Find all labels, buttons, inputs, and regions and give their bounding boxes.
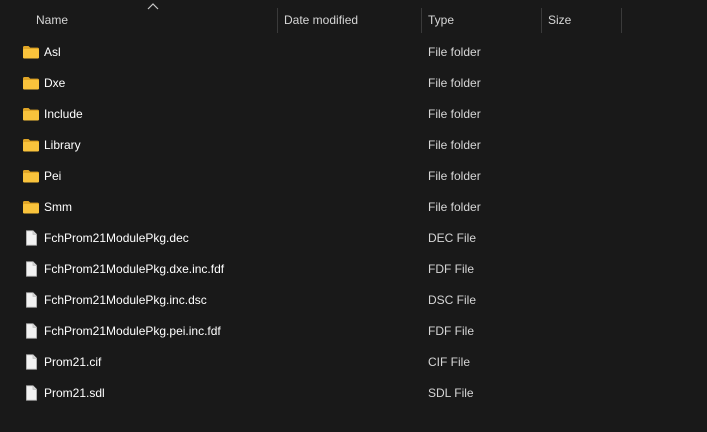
file-type: File folder [428,169,481,183]
file-name: Smm [44,200,72,214]
file-list-item[interactable]: Smm File folder [16,192,616,223]
folder-icon [23,139,39,152]
file-type: File folder [428,200,481,214]
folder-icon [23,108,39,121]
file-type: FDF File [428,262,474,276]
file-list-item[interactable]: Include File folder [16,99,616,130]
column-divider[interactable] [621,8,622,33]
file-name: FchProm21ModulePkg.dxe.inc.fdf [44,262,225,276]
file-list-item[interactable]: Library File folder [16,130,616,161]
file-list-item[interactable]: FchProm21ModulePkg.dec DEC File [16,223,616,254]
file-icon [26,292,37,308]
folder-icon [23,170,39,183]
file-icon [26,323,37,339]
file-name: Library [44,138,81,152]
folder-icon [23,46,39,59]
file-list-item[interactable]: FchProm21ModulePkg.dxe.inc.fdf FDF File [16,254,616,285]
file-type: SDL File [428,386,474,400]
column-header-bar: Name Date modified Type Size [0,0,707,33]
file-type: FDF File [428,324,474,338]
file-icon [26,261,37,277]
file-list-item[interactable]: Prom21.cif CIF File [16,347,616,378]
file-type: DSC File [428,293,477,307]
file-name: FchProm21ModulePkg.inc.dsc [44,293,207,307]
file-type: File folder [428,107,481,121]
file-name: FchProm21ModulePkg.pei.inc.fdf [44,324,221,338]
file-list-item[interactable]: Prom21.sdl SDL File [16,378,616,409]
file-name: Prom21.sdl [44,386,105,400]
file-icon [26,230,37,246]
file-name: Dxe [44,76,66,90]
column-header-type[interactable]: Type [420,0,541,33]
file-list-item[interactable]: Dxe File folder [16,68,616,99]
file-type: File folder [428,76,481,90]
file-list-item[interactable]: FchProm21ModulePkg.inc.dsc DSC File [16,285,616,316]
file-type: File folder [428,138,481,152]
file-name: FchProm21ModulePkg.dec [44,231,189,245]
file-list-item[interactable]: FchProm21ModulePkg.pei.inc.fdf FDF File [16,316,616,347]
column-header-date-modified[interactable]: Date modified [276,0,422,33]
file-icon [26,385,37,401]
folder-icon [23,77,39,90]
file-type: CIF File [428,355,470,369]
column-header-size[interactable]: Size [540,0,622,33]
file-name: Include [44,107,83,121]
column-header-name[interactable]: Name [28,0,278,33]
file-type: DEC File [428,231,477,245]
folder-icon [23,201,39,214]
file-name: Asl [44,45,61,59]
file-name: Prom21.cif [44,355,102,369]
file-icon [26,354,37,370]
file-type: File folder [428,45,481,59]
file-list-item[interactable]: Asl File folder [16,37,616,68]
file-list-item[interactable]: Pei File folder [16,161,616,192]
file-name: Pei [44,169,62,183]
